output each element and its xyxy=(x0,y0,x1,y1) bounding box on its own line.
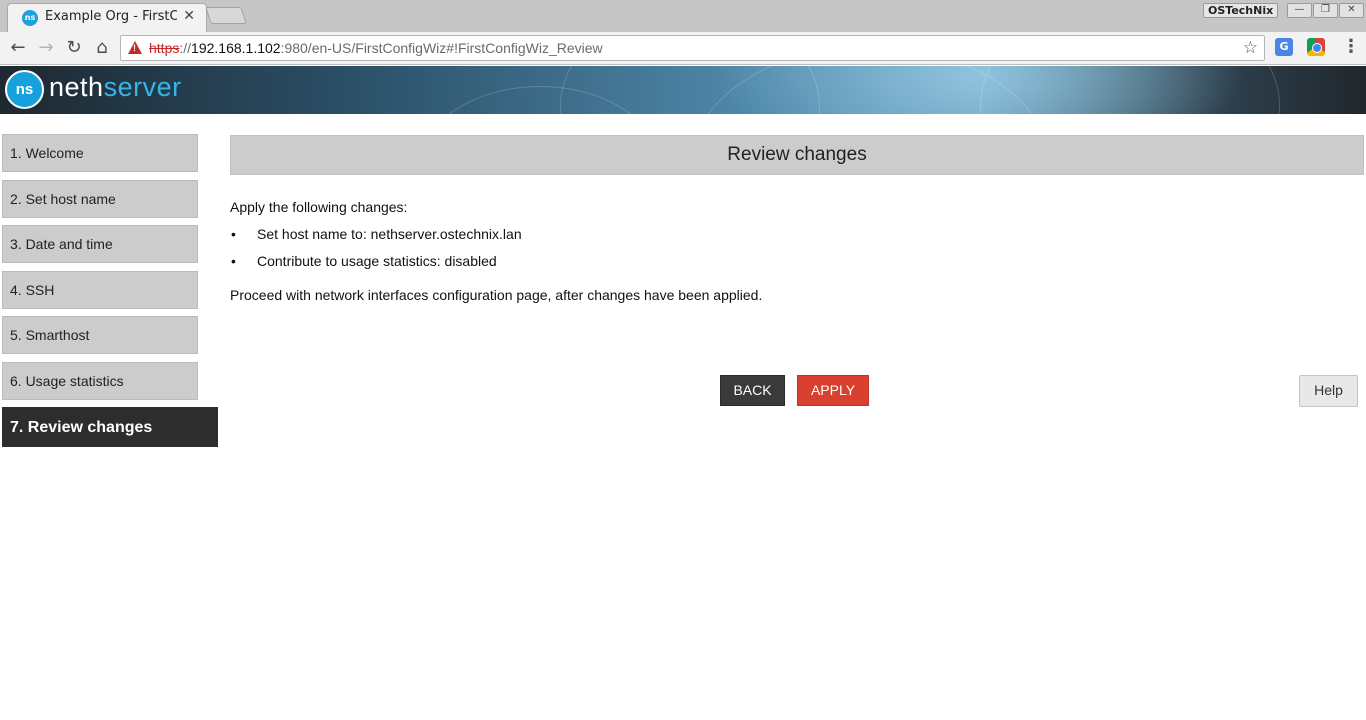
wizard-step-date-and-time[interactable]: 3. Date and time xyxy=(2,225,198,263)
tab-close-icon[interactable]: ✕ xyxy=(183,8,195,24)
back-arrow-icon[interactable]: ← xyxy=(6,36,30,60)
bookmark-star-icon[interactable]: ☆ xyxy=(1243,38,1258,58)
minimize-window-button[interactable]: — xyxy=(1287,3,1312,18)
logo-text-server: server xyxy=(103,72,182,102)
nethserver-favicon-icon: ns xyxy=(22,10,38,26)
browser-menu-icon[interactable]: ⋮ xyxy=(1342,36,1360,57)
bullet-icon: • xyxy=(231,253,236,269)
wizard-step-set-host-name[interactable]: 2. Set host name xyxy=(2,180,198,218)
logo-text-neth: neth xyxy=(49,72,104,102)
nethserver-logo-text: nethserver xyxy=(49,72,182,103)
tab-title: Example Org - FirstC xyxy=(45,9,177,24)
wizard-step-usage-statistics[interactable]: 6. Usage statistics xyxy=(2,362,198,400)
wizard-step-review-changes[interactable]: 7. Review changes xyxy=(2,407,218,447)
profile-badge[interactable]: OSTechNix xyxy=(1203,3,1279,18)
wizard-step-ssh[interactable]: 4. SSH xyxy=(2,271,198,309)
wizard-step-welcome[interactable]: 1. Welcome xyxy=(2,134,198,172)
wizard-step-smarthost[interactable]: 5. Smarthost xyxy=(2,316,198,354)
url-scheme: https xyxy=(149,40,180,56)
browser-toolbar: ← → ↻ ⌂ https://192.168.1.102:980/en-US/… xyxy=(0,32,1366,65)
intro-text: Apply the following changes: xyxy=(230,199,408,215)
url-separator: :// xyxy=(179,40,192,56)
browser-tab[interactable]: ns Example Org - FirstC ✕ xyxy=(7,3,207,32)
new-tab-button[interactable] xyxy=(205,7,247,24)
home-icon[interactable]: ⌂ xyxy=(90,36,114,60)
not-secure-warning-icon[interactable] xyxy=(128,41,142,54)
reload-icon[interactable]: ↻ xyxy=(62,36,86,60)
back-button[interactable]: BACK xyxy=(720,375,785,406)
chrome-extension-icon[interactable] xyxy=(1307,38,1325,56)
nethserver-logo-icon: ns xyxy=(5,70,44,109)
maximize-window-button[interactable]: ❐ xyxy=(1313,3,1338,18)
nethserver-banner: ns nethserver xyxy=(0,66,1366,114)
address-bar[interactable]: https://192.168.1.102:980/en-US/FirstCon… xyxy=(120,35,1265,61)
help-button[interactable]: Help xyxy=(1299,375,1358,407)
change-text: Set host name to: nethserver.ostechnix.l… xyxy=(257,226,522,242)
translate-extension-icon[interactable]: G xyxy=(1275,38,1293,56)
url-host: 192.168.1.102 xyxy=(191,40,281,56)
change-text: Contribute to usage statistics: disabled xyxy=(257,253,497,269)
url-path: :980/en-US/FirstConfigWiz#!FirstConfigWi… xyxy=(280,40,603,56)
url-text: https://192.168.1.102:980/en-US/FirstCon… xyxy=(149,40,603,56)
banner-decoration xyxy=(980,66,1280,114)
page-title: Review changes xyxy=(230,135,1364,175)
bullet-icon: • xyxy=(231,226,236,242)
outro-text: Proceed with network interfaces configur… xyxy=(230,287,763,303)
close-window-button[interactable]: ✕ xyxy=(1339,3,1364,18)
apply-button[interactable]: APPLY xyxy=(797,375,869,406)
forward-arrow-icon[interactable]: → xyxy=(34,36,58,60)
tab-strip: ns Example Org - FirstC ✕ OSTechNix — ❐ … xyxy=(0,0,1366,32)
